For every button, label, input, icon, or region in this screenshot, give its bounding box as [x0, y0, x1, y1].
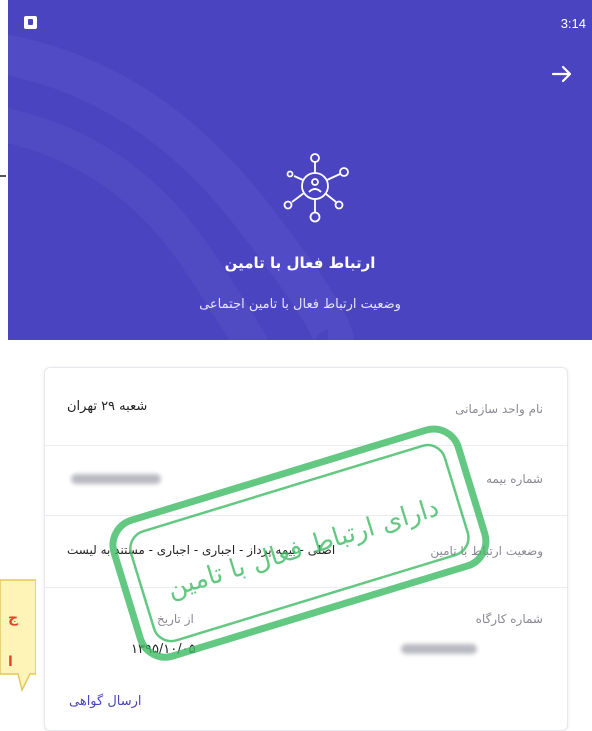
send-certificate-link[interactable]: ارسال گواهی — [69, 694, 142, 709]
callout-text-line1: ج — [8, 610, 19, 626]
screen: 3:14 ارتباط فعال با تامین وضعیت ارتباط ف… — [0, 0, 592, 731]
notification-icon — [24, 16, 37, 29]
page-title: ارتباط فعال با تامین — [224, 254, 376, 272]
back-arrow-icon[interactable] — [550, 62, 574, 86]
active-relation-stamp: دارای ارتباط فعال با تامین — [109, 425, 490, 661]
edge-mark — [0, 175, 6, 177]
page-subtitle: وضعیت ارتباط فعال با تامین اجتماعی — [199, 297, 401, 312]
callout-text-line2: ا — [8, 654, 13, 670]
status-bar: 3:14 — [8, 0, 592, 36]
org-unit-label: نام واحد سازمانی — [455, 402, 543, 416]
annotation-callout — [0, 579, 36, 693]
status-time: 3:14 — [560, 16, 586, 31]
header-banner: 3:14 ارتباط فعال با تامین وضعیت ارتباط ف… — [8, 0, 592, 340]
org-unit-value: شعبه ۲۹ تهران — [67, 399, 148, 414]
network-person-icon — [283, 153, 349, 223]
